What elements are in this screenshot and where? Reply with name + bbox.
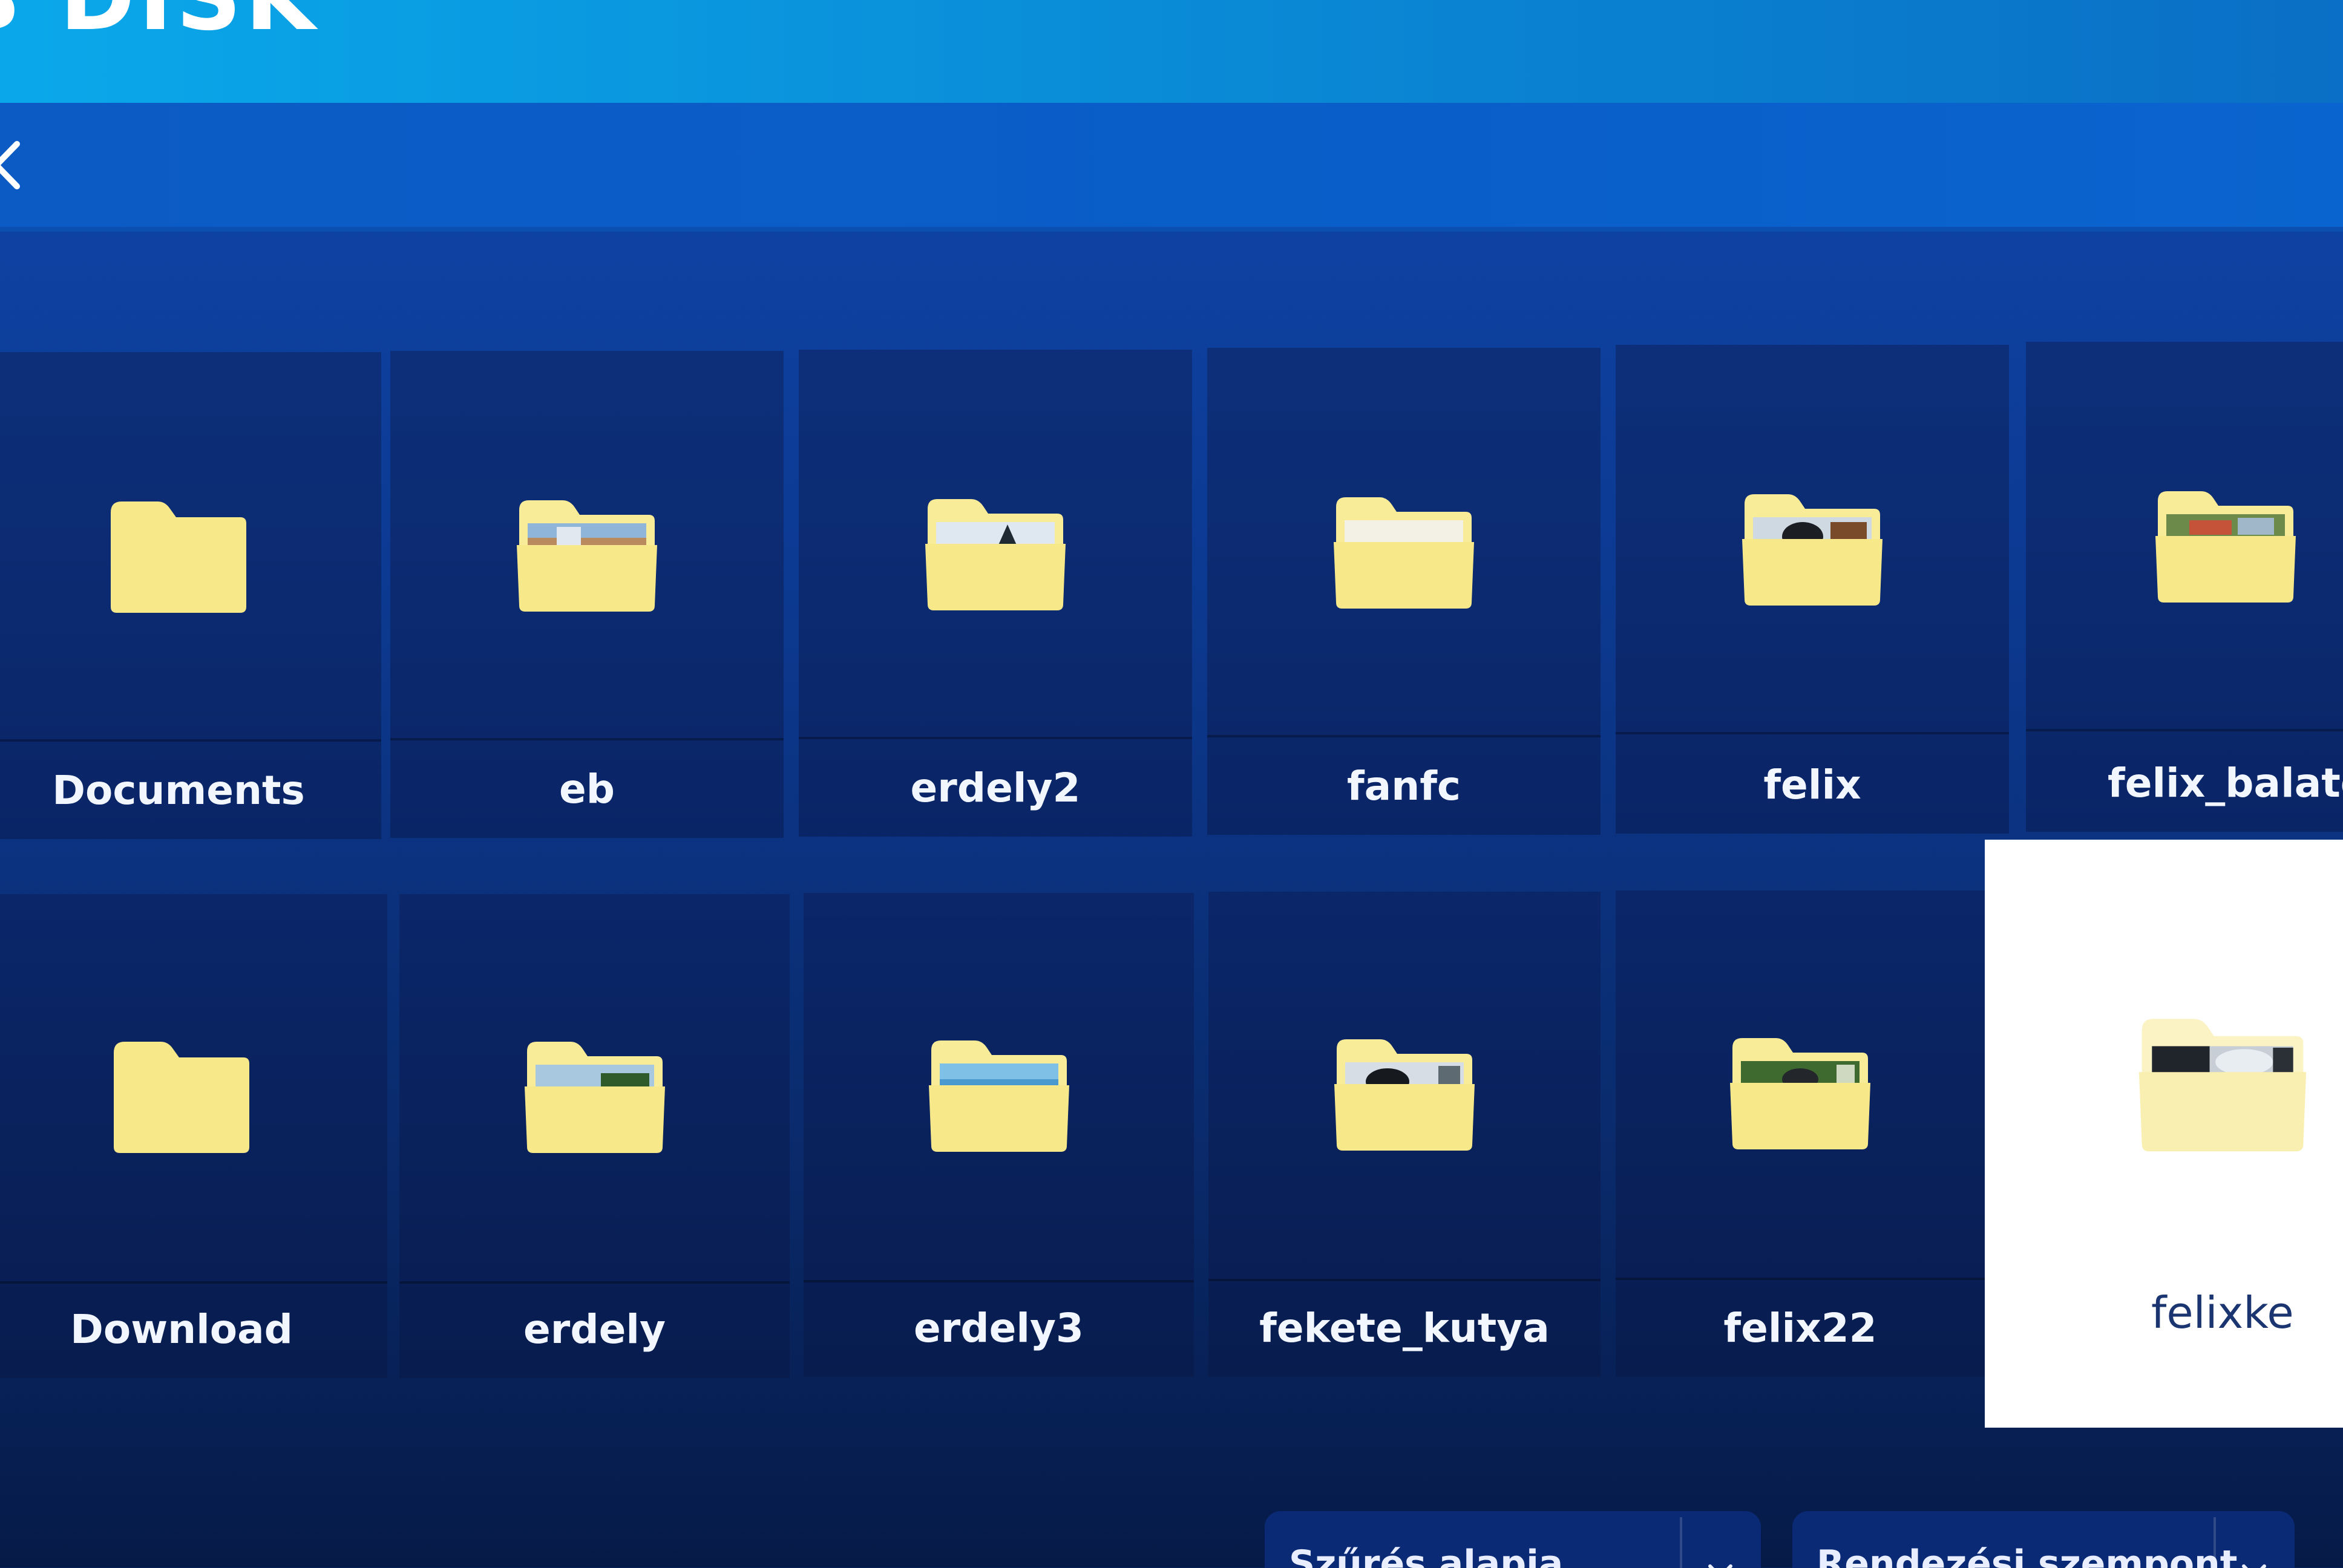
back-button[interactable] xyxy=(0,138,24,192)
folder-tile-selected[interactable]: felixke xyxy=(1985,840,2343,1428)
folder-with-preview-icon xyxy=(2132,1003,2313,1154)
folder-name: fanfc xyxy=(1346,763,1461,809)
folder-with-preview-icon xyxy=(1331,484,1476,611)
filter-label: Szűrés alapja xyxy=(1289,1543,1564,1568)
folder-name: felix xyxy=(1763,762,1861,808)
folder-with-preview-icon xyxy=(2153,478,2298,605)
folder-name: felixke xyxy=(2151,1287,2294,1338)
folder-name: eb xyxy=(559,766,615,812)
page-title: B DISK xyxy=(0,0,319,44)
filter-button[interactable]: Szűrés alapja xyxy=(1265,1511,1761,1568)
folder-name: erdely3 xyxy=(914,1305,1084,1351)
folder-with-preview-icon xyxy=(514,487,660,614)
folder-with-preview-icon xyxy=(522,1028,667,1155)
folder-tile[interactable]: Documents xyxy=(0,352,381,839)
folder-tile[interactable]: felix22 xyxy=(1616,890,1985,1377)
sort-label: Rendezési szempont xyxy=(1817,1543,2238,1568)
chevron-left-icon xyxy=(0,138,24,192)
folder-with-preview-icon xyxy=(923,486,1068,613)
folder-name: felix22 xyxy=(1723,1305,1877,1351)
navigation-bar xyxy=(0,103,2343,232)
chevron-down-icon xyxy=(2240,1547,2268,1568)
app-header: B DISK xyxy=(0,0,2343,103)
folder-with-preview-icon xyxy=(926,1027,1072,1154)
folder-tile[interactable]: felix_balaton xyxy=(2026,342,2343,832)
chevron-down-icon xyxy=(1706,1547,1734,1568)
folder-icon xyxy=(106,488,251,615)
folder-name: erdely xyxy=(523,1306,666,1353)
folder-tile[interactable]: erdely xyxy=(399,894,790,1378)
folder-with-preview-icon xyxy=(1332,1026,1477,1153)
sort-button[interactable]: Rendezési szempont xyxy=(1792,1511,2295,1568)
folder-name: felix_balaton xyxy=(2108,760,2343,806)
folder-tile[interactable]: fekete_kutya xyxy=(1208,892,1601,1377)
folder-name: Documents xyxy=(52,767,305,814)
folder-with-preview-icon xyxy=(1728,1025,1873,1152)
folder-name: erdely2 xyxy=(910,765,1081,811)
folder-tile[interactable]: fanfc xyxy=(1207,348,1601,835)
folder-with-preview-icon xyxy=(1740,481,1885,608)
folder-icon xyxy=(109,1028,254,1155)
folder-name: fekete_kutya xyxy=(1259,1305,1550,1351)
folder-tile[interactable]: erdely2 xyxy=(799,350,1192,837)
folder-tile[interactable]: Download xyxy=(0,894,387,1378)
folder-tile[interactable]: felix xyxy=(1616,345,2009,834)
folder-name: Download xyxy=(70,1306,293,1353)
folder-tile[interactable]: erdely3 xyxy=(804,893,1194,1377)
folder-tile[interactable]: eb xyxy=(390,351,784,838)
